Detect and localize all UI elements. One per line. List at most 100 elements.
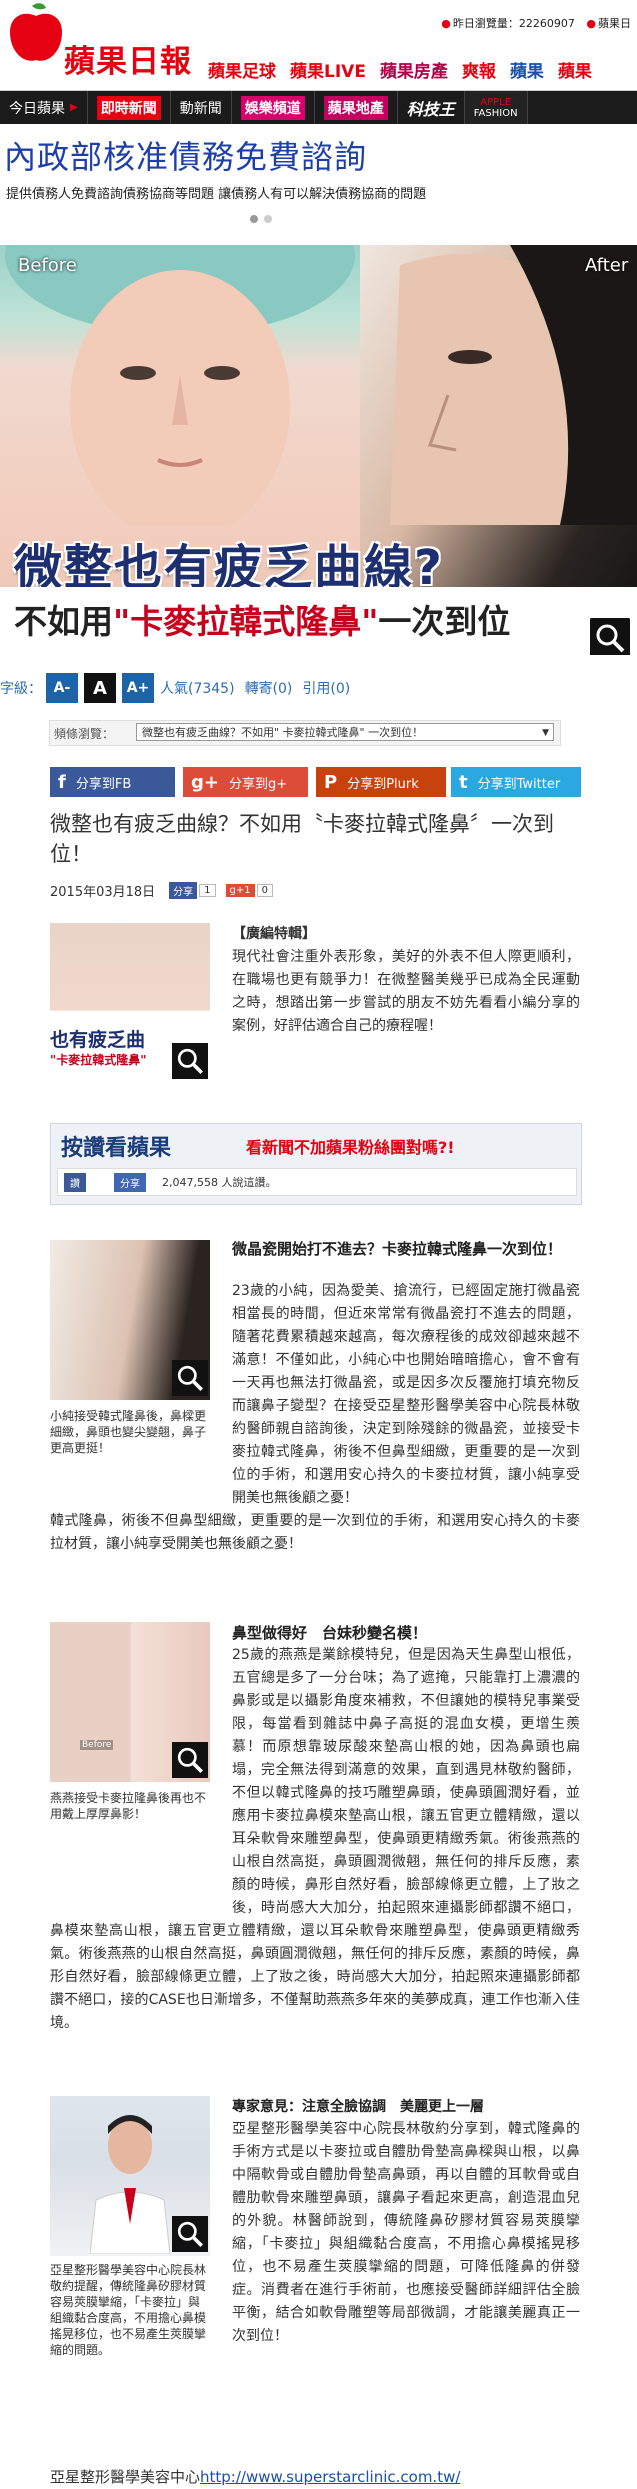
share-twitter-button[interactable]: t 分享到Twitter bbox=[451, 767, 581, 797]
hero-image[interactable]: Before After 微整也有疲乏曲線? 不如用"卡麥拉韓式隆鼻"一次到位 bbox=[0, 245, 637, 655]
section3-caption: 亞星整形醫學美容中心院長林敬約提醒，傳統隆鼻矽膠材質容易莢膜攣縮，「卡麥拉」與組… bbox=[50, 2263, 207, 2357]
article-meta: 2015年03月18日 分享 1 g+1 0 bbox=[50, 881, 274, 900]
fb-share-button[interactable]: 分享 bbox=[114, 1173, 146, 1192]
ad-subtitle[interactable]: 提供債務人免費諮詢債務協商等問題 讓債務人有可以解決債務協商的問題 bbox=[6, 183, 426, 202]
section3-text: 亞星整形醫學美容中心院長林敬約分享到，韓式隆鼻的手術方式是以卡麥拉或自體肋骨墊高… bbox=[232, 2121, 580, 2344]
views-count: 人氣(7345) bbox=[160, 681, 235, 697]
font-smaller-button[interactable]: A- bbox=[46, 673, 78, 703]
fb-share-count: 1 bbox=[199, 884, 216, 897]
section2-title: 鼻型做得好 台妹秒變名模！ bbox=[232, 1624, 428, 1642]
font-normal-button[interactable]: A bbox=[84, 673, 116, 703]
site-logo-text[interactable]: 蘋果日報 bbox=[64, 36, 192, 81]
breadcrumb-selected-value: 微整也有疲乏曲線？不如用" 卡麥拉韓式隆鼻" 一次到位！ bbox=[142, 726, 424, 739]
nav-entertainment-label: 娛樂頻道 bbox=[240, 95, 305, 120]
intro-paragraph: 【廣編特輯】 現代社會注重外表形象，美好的外表不但人際更順利，在職場也更有競爭力… bbox=[232, 923, 580, 1038]
facebook-icon: f bbox=[58, 771, 66, 793]
zoom-icon[interactable] bbox=[172, 1742, 208, 1778]
dot-icon: ● bbox=[441, 17, 451, 30]
section3-photo[interactable] bbox=[50, 2096, 210, 2256]
nav-today-label: 今日蘋果 bbox=[9, 100, 65, 117]
main-nav: 今日蘋果 ▶ 即時新聞 動新聞 娛樂頻道 蘋果地產 科技王 APPLE FASHI… bbox=[0, 91, 637, 124]
share-gplus-button[interactable]: g+ 分享到g+ bbox=[183, 767, 308, 797]
gplus-count: 0 bbox=[256, 884, 274, 897]
fb-like-button[interactable]: 讚 bbox=[64, 1173, 86, 1192]
intro-thumbnail[interactable]: 也有疲乏曲 "卡麥拉韓式隆鼻" bbox=[50, 923, 210, 1081]
zoom-icon[interactable] bbox=[590, 618, 630, 655]
share-gplus-label: 分享到g+ bbox=[228, 776, 288, 792]
intro-thumb-text2: "卡麥拉韓式隆鼻" bbox=[50, 1053, 147, 1067]
zoom-icon[interactable] bbox=[172, 1360, 208, 1396]
follow-box: 按讚看蘋果 看新聞不加蘋果粉絲團對嗎?! 讚 分享 2,047,558 人說這讚… bbox=[50, 1123, 582, 1205]
section2-text: 25歲的燕燕是業餘模特兒，但是因為天生鼻型山根低，五官總是多了一分台味；為了遮掩… bbox=[232, 1647, 580, 1916]
breadcrumb: 頻條瀏覽： 微整也有疲乏曲線？不如用" 卡麥拉韓式隆鼻" 一次到位！ ▼ bbox=[49, 720, 561, 746]
nav-tech[interactable]: 科技王 bbox=[398, 91, 465, 124]
ad-pager bbox=[250, 208, 278, 227]
nav-realtime-label: 即時新聞 bbox=[96, 95, 161, 120]
section1-text: 23歲的小純，因為愛美、搶流行，已經固定施打微晶瓷相當長的時間，但近來常常有微晶… bbox=[232, 1283, 580, 1506]
pageviews-text: 昨日瀏覽量：22260907 bbox=[452, 17, 575, 30]
section3-title: 專家意見：注意全臉協調 美麗更上一層 bbox=[232, 2099, 484, 2115]
before-face-graphic bbox=[5, 245, 355, 525]
gplus-badge[interactable]: g+1 bbox=[225, 884, 255, 897]
brand-live[interactable]: 蘋果LIVE bbox=[290, 57, 366, 82]
nav-tech-label: 科技王 bbox=[406, 99, 455, 119]
cites-link[interactable]: 引用(0) bbox=[302, 678, 350, 698]
brand-apple-blue[interactable]: 蘋果 bbox=[510, 57, 544, 82]
section2-before-label: Before bbox=[80, 1740, 114, 1750]
intro-thumb-text: 也有疲乏曲 bbox=[50, 1029, 146, 1051]
nav-fashion[interactable]: APPLE FASHION bbox=[464, 91, 528, 124]
zoom-icon[interactable] bbox=[172, 2216, 208, 2252]
section1-photo[interactable] bbox=[50, 1240, 210, 1400]
zoom-icon[interactable] bbox=[172, 1043, 208, 1079]
fb-share-badge[interactable]: 分享 bbox=[169, 882, 198, 899]
section2-paragraph-wrap: 25歲的燕燕是業餘模特兒，但是因為天生鼻型山根低，五官總是多了一分台味；為了遮掩… bbox=[232, 1644, 580, 1920]
share-plurk-label: 分享到Plurk bbox=[347, 776, 419, 792]
font-larger-button[interactable]: A+ bbox=[122, 673, 154, 703]
share-plurk-button[interactable]: P 分享到Plurk bbox=[316, 767, 446, 797]
hero-title-quote: "卡麥拉韓式隆鼻" bbox=[113, 602, 379, 641]
after-label: After bbox=[585, 255, 629, 276]
nav-video[interactable]: 動新聞 bbox=[171, 91, 232, 124]
section3-paragraph: 亞星整形醫學美容中心院長林敬約分享到，韓式隆鼻的手術方式是以卡麥拉或自體肋骨墊高… bbox=[232, 2118, 580, 2348]
section1-caption: 小純接受韓式隆鼻後，鼻樑更細緻，鼻頭也變尖變翹，鼻子更高更挺！ bbox=[50, 1409, 207, 1455]
intro-text: 現代社會注重外表形象，美好的外表不但人際更順利，在職場也更有競爭力！在微整醫美幾… bbox=[232, 949, 580, 1034]
hero-title-suffix: 一次到位 bbox=[378, 602, 511, 641]
after-face-graphic bbox=[390, 245, 637, 525]
intro-tag: 【廣編特輯】 bbox=[232, 926, 316, 942]
brand-football[interactable]: 蘋果足球 bbox=[208, 57, 276, 82]
clinic-link-line: 亞星整形醫學美容中心http://www.superstarclinic.com… bbox=[50, 2466, 460, 2487]
nav-entertainment[interactable]: 娛樂頻道 bbox=[232, 91, 315, 124]
site-header: 蘋果日報 ● 昨日瀏覽量：22260907 ● 蘋果日 蘋果足球 蘋果LIVE 蘋果… bbox=[0, 0, 637, 90]
breadcrumb-label: 頻條瀏覽： bbox=[54, 727, 115, 741]
ad-title[interactable]: 內政部核准債務免費諮詢 bbox=[4, 132, 367, 178]
share-twitter-label: 分享到Twitter bbox=[477, 776, 561, 792]
top-links: ● 昨日瀏覽量：22260907 ● 蘋果日 bbox=[433, 15, 631, 31]
share-facebook-button[interactable]: f 分享到FB bbox=[50, 767, 175, 797]
ad-pager-dot-2[interactable] bbox=[264, 215, 272, 223]
nav-video-label: 動新聞 bbox=[179, 100, 222, 117]
breadcrumb-select[interactable]: 微整也有疲乏曲線？不如用" 卡麥拉韓式隆鼻" 一次到位！ ▼ bbox=[136, 723, 554, 741]
reposts-link[interactable]: 轉寄(0) bbox=[245, 678, 293, 698]
hero-title-prefix: 不如用 bbox=[14, 602, 113, 641]
apple-link[interactable]: 蘋果日 bbox=[598, 17, 631, 30]
clinic-website-link[interactable]: http://www.superstarclinic.com.tw/ bbox=[200, 2468, 460, 2486]
nav-fashion-line2: FASHION bbox=[473, 107, 518, 119]
section2-paragraph-tail: 鼻模來墊高山根，讓五官更立體精緻，還以耳朵軟骨來雕塑鼻型，使鼻頭更精緻秀氣。術後… bbox=[50, 1923, 580, 2031]
nav-today[interactable]: 今日蘋果 ▶ bbox=[0, 91, 88, 124]
nav-property[interactable]: 蘋果地產 bbox=[315, 91, 398, 124]
section2-photo[interactable]: Before bbox=[50, 1622, 210, 1782]
fb-like-bar: 讚 分享 2,047,558 人說這讚。 bbox=[57, 1168, 577, 1196]
follow-title: 按讚看蘋果 bbox=[61, 1136, 172, 1161]
article-date: 2015年03月18日 bbox=[50, 885, 156, 900]
follow-hot-text[interactable]: 看新聞不加蘋果粉絲團對嗎?! bbox=[246, 1134, 455, 1158]
nav-property-label: 蘋果地產 bbox=[323, 95, 388, 120]
ad-pager-dot-1[interactable] bbox=[250, 215, 258, 223]
dot-icon: ● bbox=[586, 17, 596, 30]
nav-realtime[interactable]: 即時新聞 bbox=[88, 91, 171, 124]
brand-apple-red[interactable]: 蘋果 bbox=[558, 57, 592, 82]
clinic-name: 亞星整形醫學美容中心 bbox=[50, 2468, 201, 2486]
brand-property[interactable]: 蘋果房產 bbox=[380, 57, 448, 82]
article-headline: 微整也有疲乏曲線？不如用〝卡麥拉韓式隆鼻〞一次到位！ bbox=[50, 812, 554, 866]
brand-shuang[interactable]: 爽報 bbox=[462, 57, 496, 82]
nav-fashion-line1: APPLE bbox=[480, 96, 512, 108]
